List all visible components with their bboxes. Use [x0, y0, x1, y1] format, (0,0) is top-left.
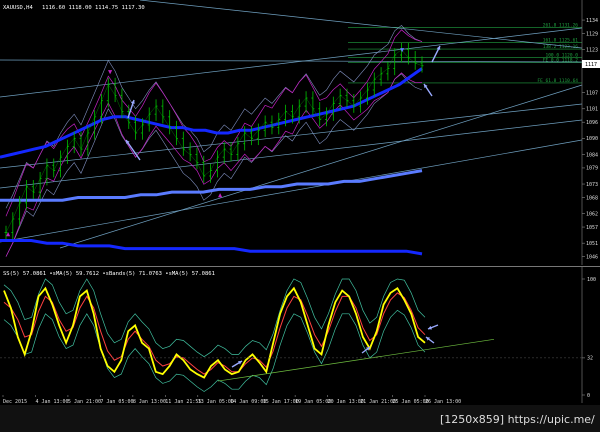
price-tick-label: 1057 — [586, 225, 598, 231]
down-arrow — [125, 139, 141, 161]
stochastic-panel[interactable]: 100 32 0 SS(5) 57.0861 ∙sMA(5) 59.7612 ∙sB… — [0, 266, 600, 403]
stochastic-header: SS(5) 57.0861 ∙sMA(5) 59.7612 ∙sBands(5)… — [3, 271, 215, 277]
price-chart[interactable]: 261.8 1131.26161.8 1125.61138.2 1123.161… — [0, 0, 600, 265]
current-price-label: 1117 — [585, 62, 597, 68]
stoch-band-upper — [3, 278, 426, 358]
stoch-tick-label: 0 — [587, 393, 590, 399]
stoch-main-line — [3, 286, 426, 379]
channel-line — [139, 0, 583, 49]
channel-line — [0, 59, 583, 63]
magenta-marker: ▼ — [108, 68, 113, 76]
price-tick-label: 1090 — [586, 136, 598, 142]
stoch-tick-label: 32 — [587, 356, 593, 362]
channel-line — [59, 84, 583, 249]
footer-bar: [1250x859] https://upic.me/ — [0, 405, 600, 432]
moving-average-fast — [0, 67, 423, 159]
price-tick-label: 1129 — [586, 31, 598, 37]
symbol-label: XAUUSD,H4 — [3, 5, 33, 11]
channel-line — [0, 139, 583, 243]
stoch-tick-label: 100 — [587, 277, 596, 283]
price-tick-label: 1096 — [586, 120, 598, 126]
price-tick-label: 1046 — [586, 254, 598, 260]
price-tick-label: 1051 — [586, 241, 598, 247]
price-tick-label: 1068 — [586, 195, 598, 201]
watermark-text: [1250x859] https://upic.me/ — [440, 413, 595, 426]
stoch-band-lower — [3, 309, 426, 392]
price-tick-label: 1084 — [586, 152, 598, 158]
ohlc-label: 1116.60 1118.00 1114.75 1117.30 — [42, 5, 145, 11]
price-tick-label: 1107 — [586, 90, 598, 96]
channel-line — [0, 119, 583, 189]
fib-level-label: 161.8 1125.61 — [543, 38, 579, 44]
price-tick-label: 1101 — [586, 107, 598, 113]
price-tick-label: 1123 — [586, 47, 598, 53]
band-lower — [5, 72, 423, 257]
time-axis[interactable]: Dec 2015 4 Jan 13:00 5 Jan 21:00 7 Jan 05:0… — [0, 395, 582, 405]
stochastic-lines — [3, 286, 426, 379]
stochastic-bands — [3, 278, 495, 392]
price-axis[interactable]: 1134 1129 1123 1117 1107 1101 1096 1090 1084 1079… — [581, 0, 598, 265]
stochastic-axis[interactable]: 100 32 0 — [0, 267, 596, 403]
price-tick-label: 1079 — [586, 166, 598, 172]
price-trace — [5, 49, 423, 233]
price-tick-label: 1134 — [586, 18, 598, 24]
magenta-marker: ▲ — [6, 230, 11, 238]
price-candles — [4, 42, 424, 240]
price-tick-label: 1062 — [586, 211, 598, 217]
bollinger-bands — [5, 29, 423, 257]
fib-level-label: FE 0.0 1118.2 — [543, 58, 579, 64]
envelope-lower — [5, 73, 423, 257]
fibonacci-levels: 261.8 1131.26161.8 1125.61138.2 1123.161… — [348, 22, 582, 84]
fib-level-label: FE 61.8 1110.64 — [537, 78, 578, 84]
price-tick-label: 1073 — [586, 182, 598, 188]
fib-level-label: 261.8 1131.26 — [543, 22, 579, 28]
moving-average-slow — [0, 169, 423, 202]
magenta-marker: ▲ — [218, 191, 223, 199]
